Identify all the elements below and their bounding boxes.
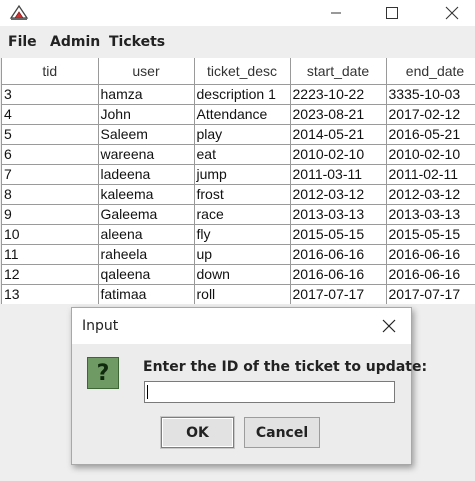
dialog-prompt: Enter the ID of the ticket to update:: [143, 359, 428, 375]
cell-ticket-desc[interactable]: jump: [194, 164, 291, 185]
cell-ticket-desc[interactable]: description 1: [194, 84, 291, 105]
cell-end-date[interactable]: 2016-05-21: [386, 124, 475, 145]
cell-tid[interactable]: 4: [2, 104, 99, 125]
cell-user[interactable]: Galeema: [98, 204, 195, 225]
cell-user[interactable]: ladeena: [98, 164, 195, 185]
java-app-icon: [9, 3, 29, 21]
table-row[interactable]: 9 Galeema race 2013-03-13 2013-03-13: [2, 204, 475, 225]
tickets-table: tid user ticket_desc start_date end_date…: [2, 58, 475, 304]
cell-tid[interactable]: 7: [2, 164, 99, 185]
column-header-start-date[interactable]: start_date: [290, 58, 387, 85]
cell-start-date[interactable]: 2223-10-22: [290, 84, 387, 105]
cell-end-date[interactable]: 2011-02-11: [386, 164, 475, 185]
cell-tid[interactable]: 3: [2, 84, 99, 105]
cell-start-date[interactable]: 2016-06-16: [290, 244, 387, 265]
cell-ticket-desc[interactable]: up: [194, 244, 291, 265]
cell-ticket-desc[interactable]: down: [194, 264, 291, 285]
input-dialog: Input ? Enter the ID of the ticket to up…: [71, 307, 427, 465]
table-row[interactable]: 10 aleena fly 2015-05-15 2015-05-15: [2, 224, 475, 245]
cell-start-date[interactable]: 2010-02-10: [290, 144, 387, 165]
ticket-id-input[interactable]: [144, 381, 395, 403]
menu-bar: File Admin Tickets: [0, 26, 475, 58]
cell-tid[interactable]: 6: [2, 144, 99, 165]
cell-end-date[interactable]: 2013-03-13: [386, 204, 475, 225]
cell-user[interactable]: Saleem: [98, 124, 195, 145]
close-window-button[interactable]: [429, 0, 475, 26]
cell-user[interactable]: fatimaa: [98, 284, 195, 304]
ok-button[interactable]: OK: [161, 417, 234, 448]
cell-tid[interactable]: 11: [2, 244, 99, 265]
menu-file[interactable]: File: [8, 34, 37, 50]
cell-start-date[interactable]: 2016-06-16: [290, 264, 387, 285]
question-icon: ?: [87, 357, 119, 389]
cell-start-date[interactable]: 2013-03-13: [290, 204, 387, 225]
cell-ticket-desc[interactable]: play: [194, 124, 291, 145]
cell-start-date[interactable]: 2015-05-15: [290, 224, 387, 245]
dialog-close-button[interactable]: [376, 316, 402, 336]
close-icon: [382, 319, 396, 333]
cell-start-date[interactable]: 2011-03-11: [290, 164, 387, 185]
cell-ticket-desc[interactable]: eat: [194, 144, 291, 165]
cell-start-date[interactable]: 2023-08-21: [290, 104, 387, 125]
dialog-title: Input: [82, 318, 119, 334]
cell-end-date[interactable]: 2010-02-10: [386, 144, 475, 165]
table-row[interactable]: 11 raheela up 2016-06-16 2016-06-16: [2, 244, 475, 265]
minimize-button[interactable]: [313, 0, 359, 26]
cell-end-date[interactable]: 2017-07-17: [386, 284, 475, 304]
cell-ticket-desc[interactable]: fly: [194, 224, 291, 245]
tickets-table-container: tid user ticket_desc start_date end_date…: [1, 58, 475, 304]
cell-end-date[interactable]: 2017-02-12: [386, 104, 475, 125]
table-header-row: tid user ticket_desc start_date end_date: [2, 58, 475, 85]
cell-tid[interactable]: 12: [2, 264, 99, 285]
window-titlebar: [0, 0, 475, 26]
cell-end-date[interactable]: 2015-05-15: [386, 224, 475, 245]
maximize-button[interactable]: [369, 0, 415, 26]
table-row[interactable]: 4 John Attendance 2023-08-21 2017-02-12: [2, 104, 475, 125]
cell-tid[interactable]: 9: [2, 204, 99, 225]
column-header-user[interactable]: user: [98, 58, 195, 85]
menu-tickets[interactable]: Tickets: [109, 34, 165, 50]
cell-start-date[interactable]: 2014-05-21: [290, 124, 387, 145]
maximize-icon: [386, 7, 398, 19]
table-row[interactable]: 8 kaleema frost 2012-03-12 2012-03-12: [2, 184, 475, 205]
table-row[interactable]: 13 fatimaa roll 2017-07-17 2017-07-17: [2, 284, 475, 304]
column-header-ticket-desc[interactable]: ticket_desc: [194, 58, 291, 85]
cell-tid[interactable]: 10: [2, 224, 99, 245]
cell-tid[interactable]: 8: [2, 184, 99, 205]
table-row[interactable]: 5 Saleem play 2014-05-21 2016-05-21: [2, 124, 475, 145]
cancel-button[interactable]: Cancel: [244, 417, 320, 448]
menu-admin[interactable]: Admin: [50, 34, 100, 50]
cell-start-date[interactable]: 2012-03-12: [290, 184, 387, 205]
cell-tid[interactable]: 13: [2, 284, 99, 304]
cell-ticket-desc[interactable]: roll: [194, 284, 291, 304]
cell-end-date[interactable]: 3335-10-03: [386, 84, 475, 105]
minimize-icon: [331, 12, 341, 14]
cell-user[interactable]: qaleena: [98, 264, 195, 285]
cell-ticket-desc[interactable]: frost: [194, 184, 291, 205]
cell-tid[interactable]: 5: [2, 124, 99, 145]
table-row[interactable]: 7 ladeena jump 2011-03-11 2011-02-11: [2, 164, 475, 185]
cell-user[interactable]: hamza: [98, 84, 195, 105]
table-row[interactable]: 12 qaleena down 2016-06-16 2016-06-16: [2, 264, 475, 285]
cell-end-date[interactable]: 2016-06-16: [386, 264, 475, 285]
column-header-tid[interactable]: tid: [2, 58, 99, 85]
cell-start-date[interactable]: 2017-07-17: [290, 284, 387, 304]
table-row[interactable]: 3 hamza description 1 2223-10-22 3335-10…: [2, 84, 475, 105]
cell-end-date[interactable]: 2016-06-16: [386, 244, 475, 265]
cell-user[interactable]: kaleema: [98, 184, 195, 205]
cell-ticket-desc[interactable]: Attendance: [194, 104, 291, 125]
table-row[interactable]: 6 wareena eat 2010-02-10 2010-02-10: [2, 144, 475, 165]
dialog-titlebar[interactable]: Input: [72, 308, 411, 344]
text-caret: [147, 385, 148, 399]
cell-user[interactable]: John: [98, 104, 195, 125]
cell-user[interactable]: wareena: [98, 144, 195, 165]
close-icon: [445, 6, 459, 20]
cell-user[interactable]: aleena: [98, 224, 195, 245]
cell-user[interactable]: raheela: [98, 244, 195, 265]
cell-ticket-desc[interactable]: race: [194, 204, 291, 225]
cell-end-date[interactable]: 2012-03-12: [386, 184, 475, 205]
column-header-end-date[interactable]: end_date: [386, 58, 475, 85]
